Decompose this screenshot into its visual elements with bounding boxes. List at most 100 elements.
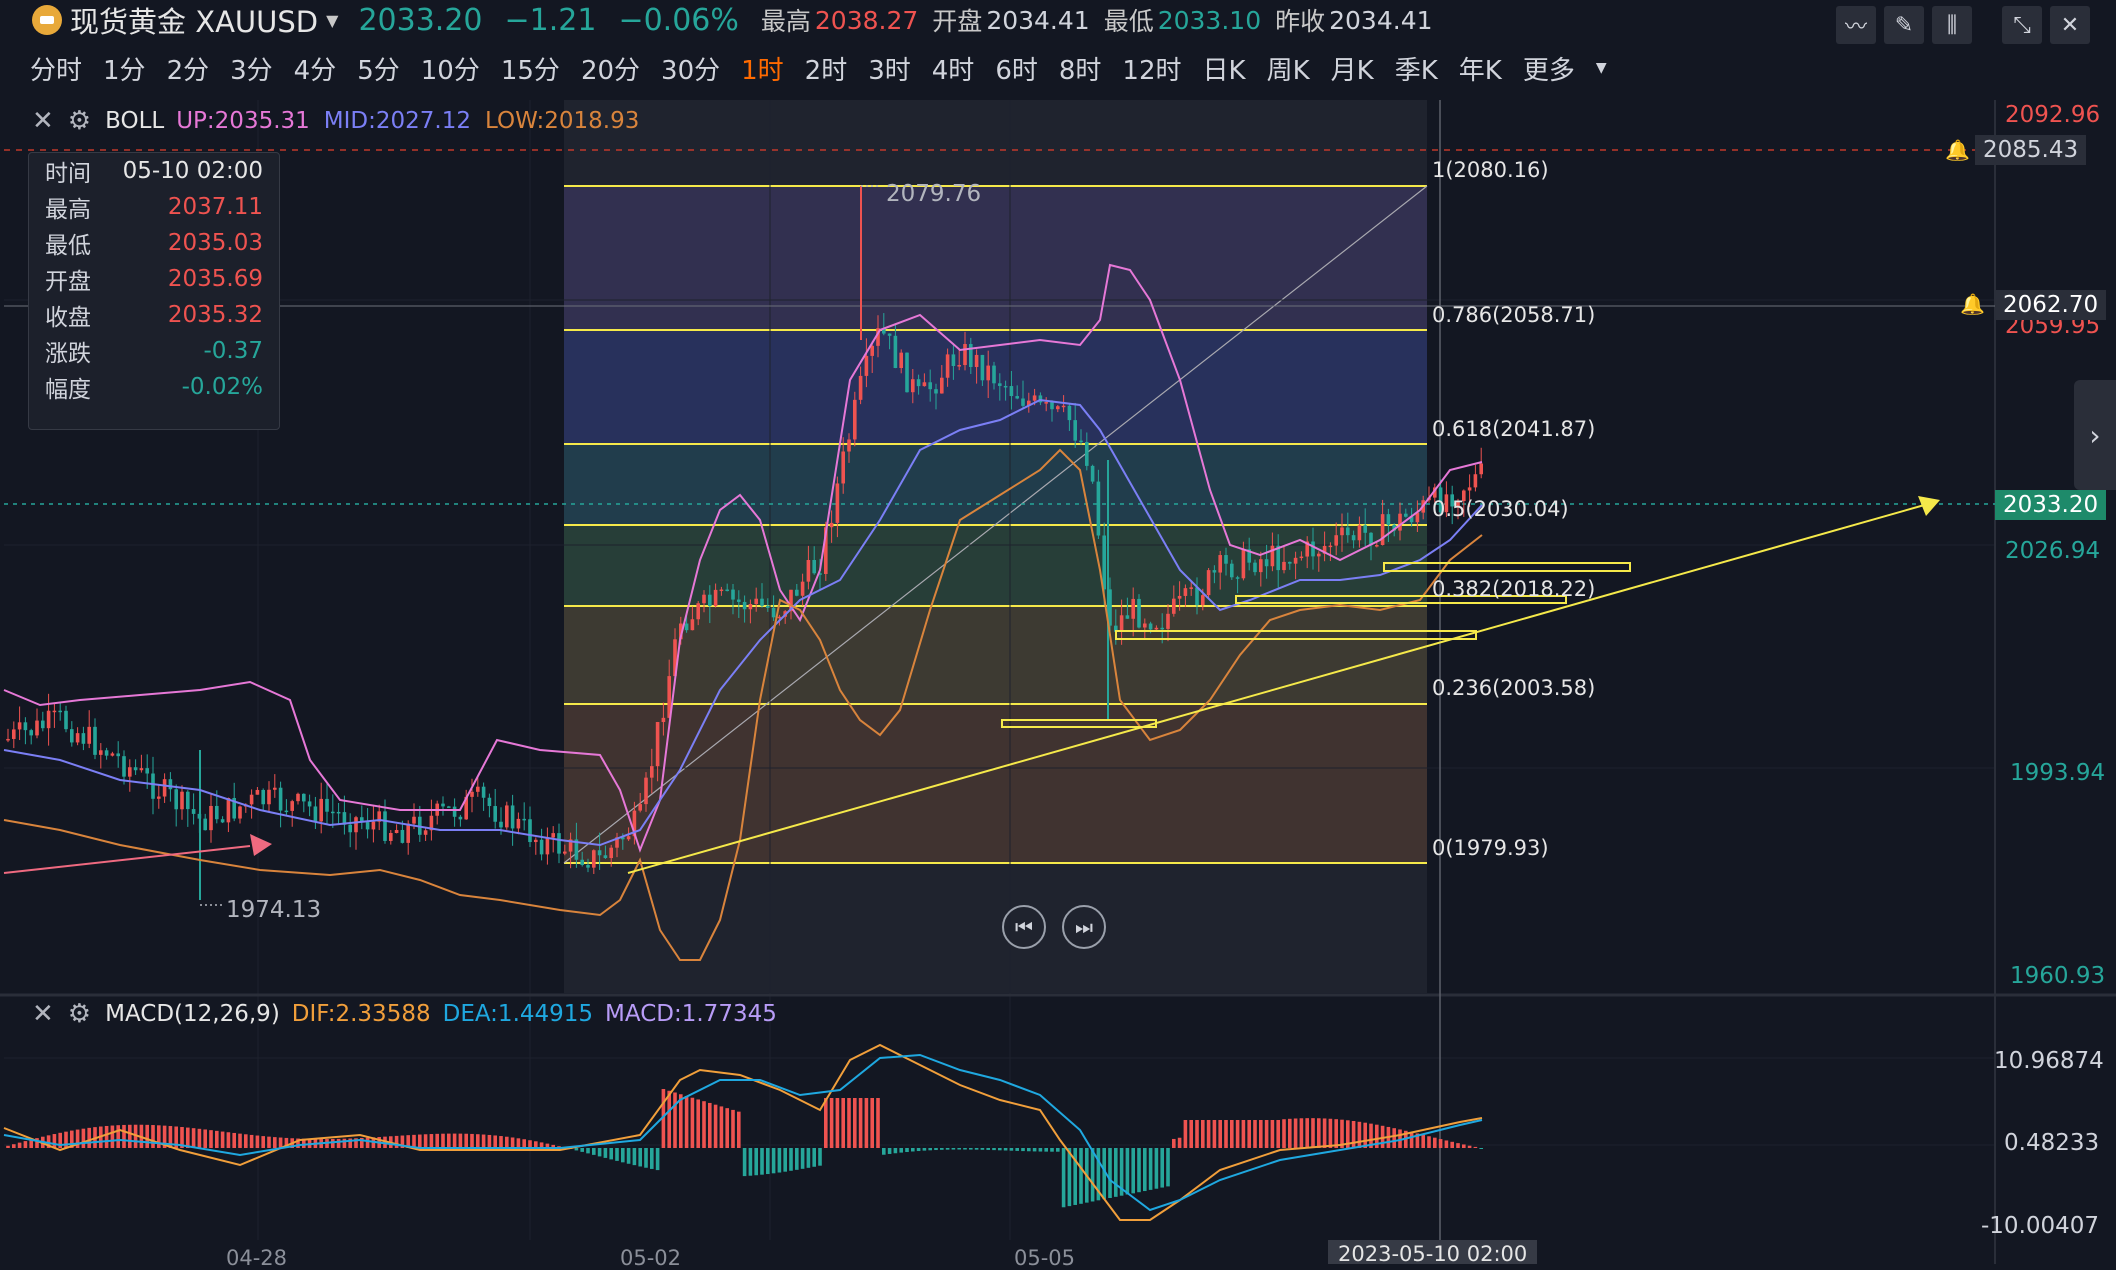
candle-body [847,439,851,452]
candle-body [122,756,126,777]
timeframe-tab[interactable]: 分时 [30,50,82,87]
macd-histogram-bar [1032,1148,1037,1152]
candle-body [1189,587,1193,589]
candle-body [348,824,352,833]
skip-back-icon[interactable]: ⏮ [1002,905,1046,949]
timeframe-tab[interactable]: 季K [1395,50,1438,87]
timeframe-tab[interactable]: 1分 [103,50,146,87]
macd-histogram-bar [1438,1139,1443,1148]
candle-body [1015,396,1019,399]
macd-histogram-bar [1247,1120,1251,1148]
candle-body [162,779,167,797]
draw-pen-icon[interactable]: ✎ [1884,6,1924,44]
macd-histogram-bar [481,1134,486,1148]
macd-histogram-bar [1259,1120,1263,1148]
timeframe-tab[interactable]: 6时 [995,50,1038,87]
candle-body [41,720,45,729]
candle-body [12,729,16,739]
close-icon[interactable]: ✕ [2050,6,2090,44]
alert-price-label[interactable]: 2062.70 [1995,290,2107,320]
candle-type-icon[interactable]: ⫼ [1932,6,1972,44]
candle-body [719,589,724,592]
timeframe-tab[interactable]: 2分 [167,50,210,87]
macd-histogram-bar [1427,1136,1431,1148]
close-icon[interactable]: ✕ [32,106,54,136]
timeframe-tab[interactable]: 20分 [581,50,640,87]
fib-band [564,525,1427,606]
bell-icon[interactable]: 🔔 [1945,138,1970,162]
timeframe-tab[interactable]: 年K [1459,50,1502,87]
timeframe-tab[interactable]: 日K [1203,50,1246,87]
candle-body [1131,598,1135,619]
candle-body [1096,481,1101,536]
candle-body [1073,420,1077,441]
candle-body [452,806,457,817]
chevron-down-icon[interactable]: ▼ [326,11,338,30]
timeframe-tab[interactable]: 15分 [501,50,560,87]
info-row: 幅度 -0.02% [29,369,279,405]
macd-histogram-bar [476,1134,480,1148]
timeframe-tab[interactable]: 8时 [1059,50,1102,87]
chart-canvas[interactable] [0,0,2116,1264]
timeframe-tab[interactable]: 月K [1331,50,1374,87]
candle-body [6,738,10,741]
macd-histogram-bar [429,1134,434,1148]
candle-body [331,811,335,814]
candle-body [168,779,173,790]
macd-histogram-bar [1027,1148,1031,1152]
timeframe-tab[interactable]: 30分 [661,50,720,87]
timeframe-tab[interactable]: 3时 [868,50,911,87]
boll-legend: ✕ ⚙ BOLL UP:2035.31 MID:2027.12 LOW:2018… [32,106,639,136]
bell-icon[interactable]: 🔔 [1960,292,1985,316]
settings-icon[interactable]: ⚙ [68,106,91,136]
macd-histogram-bar [818,1148,822,1166]
macd-histogram-bar [273,1137,277,1148]
macd-histogram-bar [1056,1148,1060,1152]
timeframe-tab[interactable]: 5分 [357,50,400,87]
timeframe-tab[interactable]: 更多 [1523,50,1575,87]
macd-histogram-bar [655,1148,660,1171]
timeframe-tab[interactable]: 12时 [1122,50,1181,87]
candle-body [1351,535,1356,541]
candle-body [255,789,260,795]
timeframe-tab[interactable]: 4时 [932,50,975,87]
timeframe-tab[interactable]: 4分 [294,50,337,87]
macd-histogram-bar [603,1148,608,1158]
macd-series[interactable] [3,1043,1483,1221]
macd-dif: DIF:2.33588 [291,1001,431,1027]
macd-histogram-bar [1044,1148,1048,1152]
macd-histogram-bar [621,1148,625,1163]
fib-retracement[interactable] [563,185,1428,864]
close-icon[interactable]: ✕ [32,999,54,1029]
macd-histogram-bar [1409,1132,1414,1148]
candle-body [58,710,62,713]
macd-histogram-bar [1317,1118,1321,1148]
macd-histogram-bar [760,1148,764,1175]
last-price: 2033.20 [358,2,483,38]
indicator-icon[interactable]: 〰 [1836,6,1876,44]
timeframe-tab[interactable]: 2时 [805,50,848,87]
timeframe-tab[interactable]: 周K [1267,50,1310,87]
macd-histogram-bar [1050,1148,1054,1152]
candle-body [365,822,370,830]
macd-histogram-bar [516,1138,521,1148]
alert-price-label[interactable]: 2085.43 [1975,135,2087,165]
macd-histogram-bar [128,1124,132,1148]
header-toolbar: 〰 ✎ ⫼ ⤡ ✕ [1828,6,2090,44]
timeframe-tab[interactable]: 10分 [421,50,480,87]
symbol-name[interactable]: 现货黄金 XAUUSD [70,0,318,41]
timeframe-tab[interactable]: 1时 [741,50,784,87]
candle-body [313,806,318,822]
chevron-right-icon[interactable]: › [2074,380,2116,490]
macd-axis-label: -10.00407 [1981,1213,2100,1239]
candle-body [1479,463,1483,475]
macd-histogram-bar [899,1148,903,1153]
macd-histogram-bar [452,1133,457,1148]
timeframe-tab[interactable]: 3分 [230,50,273,87]
skip-forward-icon[interactable]: ⏭ [1062,905,1106,949]
candle-body [916,379,921,387]
settings-icon[interactable]: ⚙ [68,999,91,1029]
chevron-down-icon[interactable]: ▼ [1596,60,1607,76]
collapse-icon[interactable]: ⤡ [2002,6,2042,44]
prev-close-value: 2034.41 [1329,5,1433,35]
